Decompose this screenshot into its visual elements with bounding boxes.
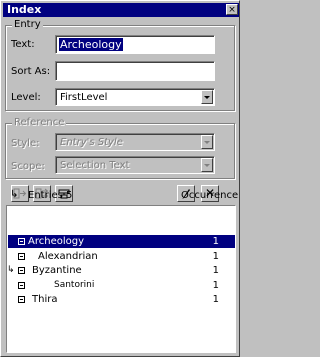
entry-legend: Entry <box>12 19 43 31</box>
entries-label: Entries <box>28 190 63 201</box>
sort-as-field[interactable] <box>55 61 215 81</box>
toolbar-separator <box>73 185 173 187</box>
collapse-icon[interactable] <box>18 253 25 260</box>
scope-dropdown[interactable]: Selection Text <box>55 156 215 174</box>
reference-legend: Reference <box>12 117 67 129</box>
level-dropdown[interactable]: FirstLevel <box>55 88 215 106</box>
collapse-icon[interactable] <box>18 282 25 289</box>
window-title: Index <box>7 3 42 16</box>
occurrence-header[interactable]: Occurrence <box>181 190 238 202</box>
level-label: Level: <box>11 92 41 103</box>
entry-occurrence: 1 <box>212 280 219 291</box>
scope-dropdown-button[interactable] <box>201 158 213 172</box>
entry-name: Byzantine <box>32 265 82 276</box>
entry-occurrence: 1 <box>212 294 219 305</box>
entries-count: 5 <box>66 190 73 201</box>
style-label: Style: <box>11 138 40 149</box>
list-item[interactable]: ↳ Byzantine 1 <box>7 264 235 277</box>
text-field[interactable]: Archeology <box>55 35 215 54</box>
collapse-icon[interactable] <box>18 238 25 245</box>
entries-list[interactable]: Archeology 1 Alexandrian 1 ↳ Byzantine 1… <box>6 205 236 353</box>
collapse-icon[interactable] <box>18 267 25 274</box>
chevron-down-icon <box>204 164 210 167</box>
list-item[interactable]: Alexandrian 1 <box>8 250 235 263</box>
list-item[interactable]: Thira 1 <box>8 293 235 306</box>
chevron-down-icon <box>204 141 210 144</box>
close-button[interactable]: × <box>226 4 238 15</box>
style-value: Entry's Style <box>60 137 123 148</box>
entry-name: Alexandrian <box>38 251 98 262</box>
text-label: Text: <box>11 39 35 50</box>
title-bar[interactable]: Index × <box>3 3 239 17</box>
sort-arrow-icon[interactable]: ↳ <box>10 189 18 201</box>
sort-as-label: Sort As: <box>11 66 51 77</box>
level-value: FirstLevel <box>60 92 108 103</box>
style-dropdown[interactable]: Entry's Style <box>55 133 215 151</box>
index-palette: Index × Entry Text: Archeology Sort As: … <box>0 0 240 357</box>
entry-occurrence: 1 <box>212 265 219 276</box>
entry-occurrence: 1 <box>212 236 219 247</box>
entry-occurrence: 1 <box>212 251 219 262</box>
level-dropdown-button[interactable] <box>201 90 213 104</box>
scope-value: Selection Text <box>60 160 130 171</box>
entry-name: Archeology <box>28 236 85 247</box>
chevron-down-icon <box>204 96 210 99</box>
list-item[interactable]: Santorini 1 <box>8 279 235 292</box>
style-dropdown-button[interactable] <box>201 135 213 149</box>
list-item[interactable]: Archeology 1 <box>8 235 235 248</box>
text-field-value: Archeology <box>59 38 123 51</box>
collapse-icon[interactable] <box>18 296 25 303</box>
entry-name: Santorini <box>54 280 95 290</box>
scope-label: Scope: <box>11 161 45 172</box>
entry-name: Thira <box>32 294 58 305</box>
sort-arrow-icon: ↳ <box>7 265 15 275</box>
